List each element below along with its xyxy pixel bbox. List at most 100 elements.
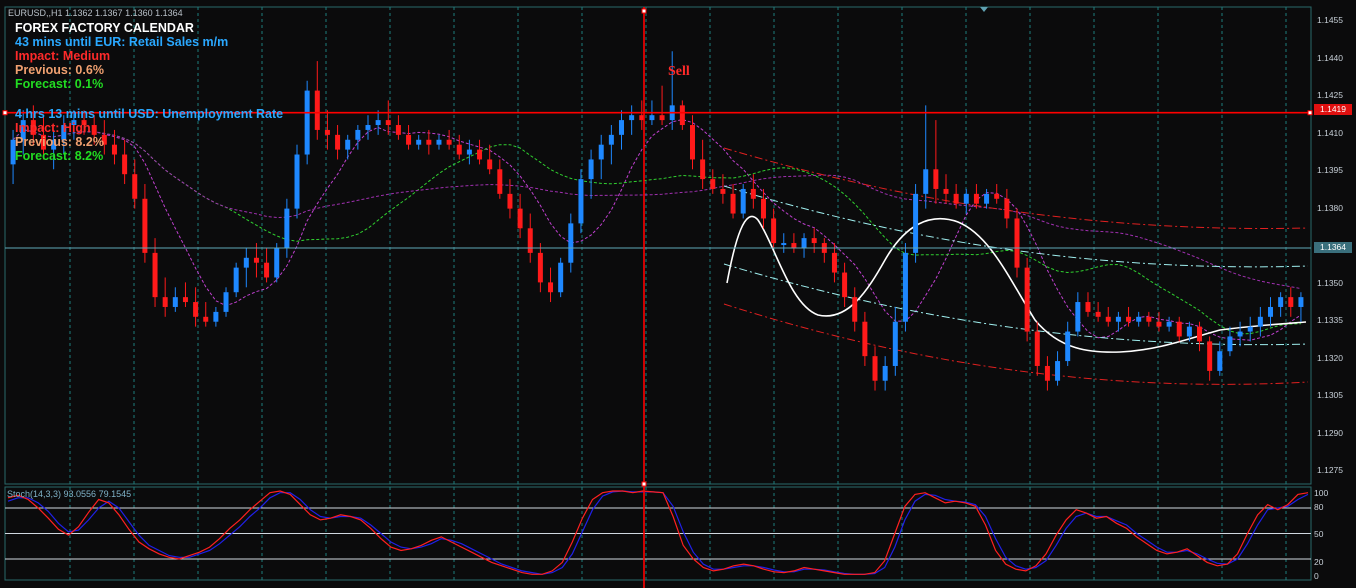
candle-body <box>882 365 888 381</box>
candle-body <box>243 257 249 268</box>
symbol-info: EURUSD,,H1 1.1362 1.1367 1.1360 1.1364 <box>8 8 183 18</box>
candle-body <box>984 193 990 204</box>
candle-body <box>740 188 746 214</box>
candle-body <box>923 169 929 194</box>
candle-body <box>973 193 979 204</box>
candle-body <box>507 193 513 209</box>
candle-body <box>1156 321 1162 327</box>
candle-body <box>1034 331 1040 366</box>
candle-body <box>466 149 472 155</box>
candle-body <box>294 154 300 209</box>
candle-body <box>760 198 766 219</box>
candle-body <box>649 115 655 121</box>
candle-body <box>111 144 117 155</box>
stoch-level-50: 50 <box>1314 529 1324 539</box>
candle-body <box>730 193 736 214</box>
candle-body <box>831 252 837 273</box>
candle-body <box>1105 316 1111 322</box>
candle-body <box>436 139 442 145</box>
event2-impact: Impact: High <box>15 121 91 135</box>
candle-body <box>365 125 371 130</box>
hline-price-tag: 1.1419 <box>1314 104 1352 115</box>
calendar-title: FOREX FACTORY CALENDAR <box>15 21 194 35</box>
price-axis-label: 1.1335 <box>1317 315 1343 325</box>
candle-body <box>994 193 1000 199</box>
candle-body <box>548 282 554 293</box>
price-axis-label: 1.1350 <box>1317 277 1343 288</box>
candle-body <box>284 208 290 248</box>
candle-body <box>497 169 503 194</box>
candle-body <box>689 125 695 160</box>
candle-body <box>182 297 188 303</box>
price-axis-label: 1.1425 <box>1317 90 1343 100</box>
candle-body <box>629 115 635 121</box>
candle-body <box>517 208 523 229</box>
candle-body <box>91 125 97 135</box>
event1-previous: Previous: 0.6% <box>15 63 104 77</box>
candle-body <box>1044 365 1050 381</box>
event1-impact: Impact: Medium <box>15 49 111 63</box>
price-axis-label: 1.1440 <box>1317 52 1343 63</box>
candle-body <box>1065 331 1071 362</box>
price-chart[interactable] <box>0 0 1356 588</box>
candle-body <box>852 297 858 322</box>
candle-body <box>395 125 401 135</box>
vline-anchor-top <box>641 8 647 14</box>
candle-body <box>1126 316 1132 322</box>
candle-body <box>842 272 848 298</box>
candle-body <box>314 90 320 130</box>
candle-body <box>943 188 949 194</box>
candle-body <box>1166 321 1172 327</box>
candle-body <box>274 247 280 278</box>
price-axis-label: 1.1290 <box>1317 427 1343 438</box>
candle-body <box>679 105 685 126</box>
candle-body <box>375 120 381 126</box>
stoch-level-0: 0 <box>1314 571 1319 581</box>
event1-countdown: 43 mins until EUR: Retail Sales m/m <box>15 35 229 49</box>
candle-body <box>355 129 361 140</box>
candle-body <box>264 262 270 278</box>
candle-body <box>122 154 128 175</box>
candle-body <box>608 134 614 145</box>
candle-body <box>193 302 199 317</box>
candle-body <box>1186 326 1192 337</box>
candle-body <box>1257 316 1263 327</box>
candle-body <box>811 238 817 244</box>
candle-body <box>1278 297 1284 307</box>
candle-body <box>1298 297 1304 307</box>
candle-body <box>1075 302 1081 332</box>
candle-body <box>446 139 452 145</box>
candle-body <box>1207 341 1213 371</box>
stoch-level-80: 80 <box>1314 502 1324 512</box>
stoch-level-20: 20 <box>1314 557 1324 567</box>
hline-anchor-right <box>1307 110 1313 116</box>
candle-body <box>426 139 432 145</box>
candle-body <box>1085 302 1091 312</box>
hline-anchor-left <box>2 110 8 116</box>
candle-body <box>487 159 493 170</box>
candle-body <box>1014 218 1020 268</box>
candle-body <box>324 129 330 135</box>
price-axis-label: 1.1320 <box>1317 352 1343 363</box>
candle-body <box>162 297 168 307</box>
stoch-level-100: 100 <box>1314 488 1329 498</box>
candle-body <box>253 257 259 263</box>
stoch-label: Stoch(14,3,3) 93.0556 79.1545 <box>7 489 132 499</box>
candle-body <box>933 169 939 189</box>
event2-forecast: Forecast: 8.2% <box>15 149 104 163</box>
candle-body <box>791 243 797 248</box>
candle-body <box>1055 361 1061 381</box>
candle-body <box>598 144 604 160</box>
candle-body <box>872 356 878 381</box>
candle-body <box>963 193 969 204</box>
candle-body <box>477 149 483 160</box>
candle-body <box>1095 311 1101 317</box>
price-axis-label: 1.1395 <box>1317 165 1343 175</box>
chart-background <box>0 0 1356 588</box>
candle-body <box>1227 336 1233 352</box>
candle-body <box>1237 331 1243 337</box>
candle-body <box>892 321 898 366</box>
candle-body <box>700 159 706 180</box>
sell-annotation: Sell <box>668 64 690 79</box>
candle-body <box>223 292 229 312</box>
